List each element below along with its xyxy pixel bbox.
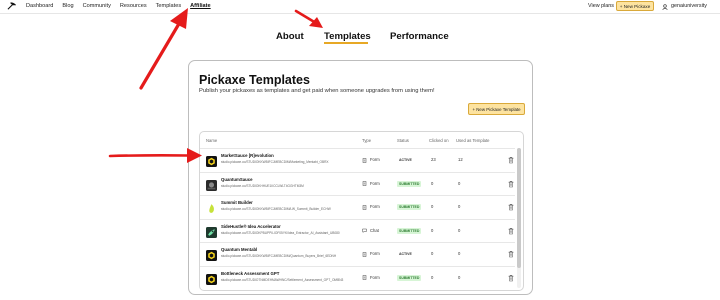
active-tab-indicator	[324, 42, 368, 44]
table-row[interactable]: QuantumSauce studio.pickaxe.co/STUDIOKHH…	[200, 171, 515, 195]
arrow-to-first-row-icon	[108, 148, 202, 163]
table-row[interactable]: MarketSauce [R]evolution studio.pickaxe.…	[200, 148, 515, 171]
row-type: Form	[362, 251, 380, 257]
arrow-to-templates-tab-icon	[294, 9, 323, 28]
user-menu[interactable]: genaiuniversity	[662, 3, 707, 10]
tab-about[interactable]: About	[276, 31, 304, 43]
arrow-to-affiliate-icon	[139, 8, 188, 90]
row-url: studio.pickaxe.co/STUDIOKHHUE1IICCLWLT4G…	[221, 183, 304, 188]
nav-dashboard[interactable]: Dashboard	[26, 3, 53, 10]
header-name: Name	[206, 138, 218, 143]
row-type-label: Chat	[370, 227, 379, 233]
row-type-label: Form	[370, 204, 380, 209]
templates-card: Pickaxe Templates Publish your pickaxes …	[188, 60, 533, 295]
status-badge: SUBMITTED	[397, 274, 422, 281]
table-row[interactable]: SideHustle® Idea Accelerator studio.pick…	[200, 218, 515, 242]
row-type-label: Form	[370, 180, 380, 186]
form-icon	[362, 157, 367, 163]
status-badge: ACTIVE	[399, 252, 412, 256]
nav-blog[interactable]: Blog	[62, 3, 73, 10]
row-used-as-template: 0	[458, 180, 461, 186]
row-url: studio.pickaxe.co/STUDIOKKWBIFCJMEBCDIM/…	[221, 207, 331, 211]
chat-icon	[362, 228, 367, 233]
row-name[interactable]: MarketSauce [R]evolution	[221, 153, 274, 159]
card-title: Pickaxe Templates	[199, 73, 310, 87]
row-clicked-on: 0	[431, 204, 434, 209]
row-clicked-on: 0	[431, 227, 434, 233]
flame-icon	[206, 201, 217, 214]
row-used-as-template: 12	[458, 157, 463, 162]
status-badge: SUBMITTED	[397, 180, 422, 187]
new-pickaxe-button[interactable]: + New Pickaxe	[616, 1, 654, 11]
row-url: studio.pickaxe.co/STUDIOKKWBIFCJMEBCDIM/…	[221, 254, 337, 258]
form-icon	[362, 181, 367, 186]
row-clicked-on: 0	[431, 274, 434, 280]
form-icon	[362, 251, 367, 257]
row-clicked-on: 0	[431, 251, 434, 256]
row-type: Form	[362, 275, 380, 281]
view-plans-link[interactable]: View plans	[588, 3, 614, 10]
hexagon-icon	[206, 248, 217, 261]
table-header: Name Type Status Clicked on Used as Temp…	[200, 132, 523, 148]
status-badge: SUBMITTED	[397, 227, 422, 234]
header-status: Status	[397, 138, 409, 143]
photo-icon	[206, 178, 217, 191]
form-icon	[362, 204, 367, 210]
row-name[interactable]: Summit Builder	[221, 200, 253, 206]
hexagon-icon	[206, 154, 217, 167]
table-row[interactable]: Quantum Mentabl studio.pickaxe.co/STUDIO…	[200, 242, 515, 265]
table-scrollbar[interactable]	[517, 148, 521, 288]
table-row[interactable]: Bottleneck Assessment GPT studio.pickaxe…	[200, 265, 515, 289]
trash-icon[interactable]	[508, 250, 514, 258]
row-name[interactable]: QuantumSauce	[221, 177, 253, 183]
nav-community[interactable]: Community	[83, 3, 111, 10]
row-url: studio.pickaxe.co/STUDIOKKWBIFCJMEBCDIM/…	[221, 160, 329, 164]
tab-performance[interactable]: Performance	[390, 31, 449, 43]
row-used-as-template: 0	[458, 227, 461, 233]
row-type-label: Form	[370, 274, 380, 280]
table-row[interactable]: Summit Builder studio.pickaxe.co/STUDIOK…	[200, 195, 515, 218]
row-url: studio.pickaxe.co/STUDIOTNMDEHMAWHNC/Set…	[221, 277, 344, 282]
row-clicked-on: 23	[431, 157, 436, 162]
scrollbar-thumb[interactable]	[517, 148, 521, 268]
row-type-label: Form	[370, 157, 380, 162]
row-used-as-template: 0	[458, 274, 461, 280]
header-type: Type	[362, 138, 372, 143]
form-icon	[362, 275, 367, 280]
user-icon	[662, 3, 668, 10]
rocket-icon	[206, 225, 217, 238]
nav-divider	[0, 13, 720, 14]
row-type: Form	[362, 181, 380, 187]
row-type: Form	[362, 157, 380, 163]
header-clicked-on: Clicked on	[429, 138, 449, 143]
card-subtitle: Publish your pickaxes as templates and g…	[199, 88, 435, 94]
row-name[interactable]: SideHustle® Idea Accelerator	[221, 224, 281, 230]
trash-icon[interactable]	[508, 156, 514, 164]
row-used-as-template: 0	[458, 251, 461, 256]
row-name[interactable]: Bottleneck Assessment GPT	[221, 271, 279, 277]
row-type: Chat	[362, 228, 379, 234]
top-navigation: Dashboard Blog Community Resources Templ…	[0, 0, 720, 13]
status-badge: SUBMITTED	[397, 204, 422, 210]
templates-table: Name Type Status Clicked on Used as Temp…	[199, 131, 524, 291]
new-pickaxe-template-button[interactable]: + New Pickaxe Template	[468, 103, 525, 115]
trash-icon[interactable]	[508, 180, 514, 188]
hexagon-icon	[206, 272, 217, 285]
header-used-as-template: Used as Template	[456, 138, 490, 143]
row-type-label: Form	[370, 251, 380, 256]
username: genaiuniversity	[671, 3, 707, 9]
row-type: Form	[362, 204, 380, 210]
row-url: studio.pickaxe.co/STUDIOKPBUPPILIOF05YK/…	[221, 230, 340, 235]
pickaxe-logo-icon[interactable]	[7, 2, 16, 11]
row-clicked-on: 0	[431, 180, 434, 186]
trash-icon[interactable]	[508, 203, 514, 211]
trash-icon[interactable]	[508, 227, 514, 235]
status-badge: ACTIVE	[399, 158, 412, 162]
trash-icon[interactable]	[508, 274, 514, 282]
row-used-as-template: 0	[458, 204, 461, 209]
row-name[interactable]: Quantum Mentabl	[221, 247, 257, 253]
